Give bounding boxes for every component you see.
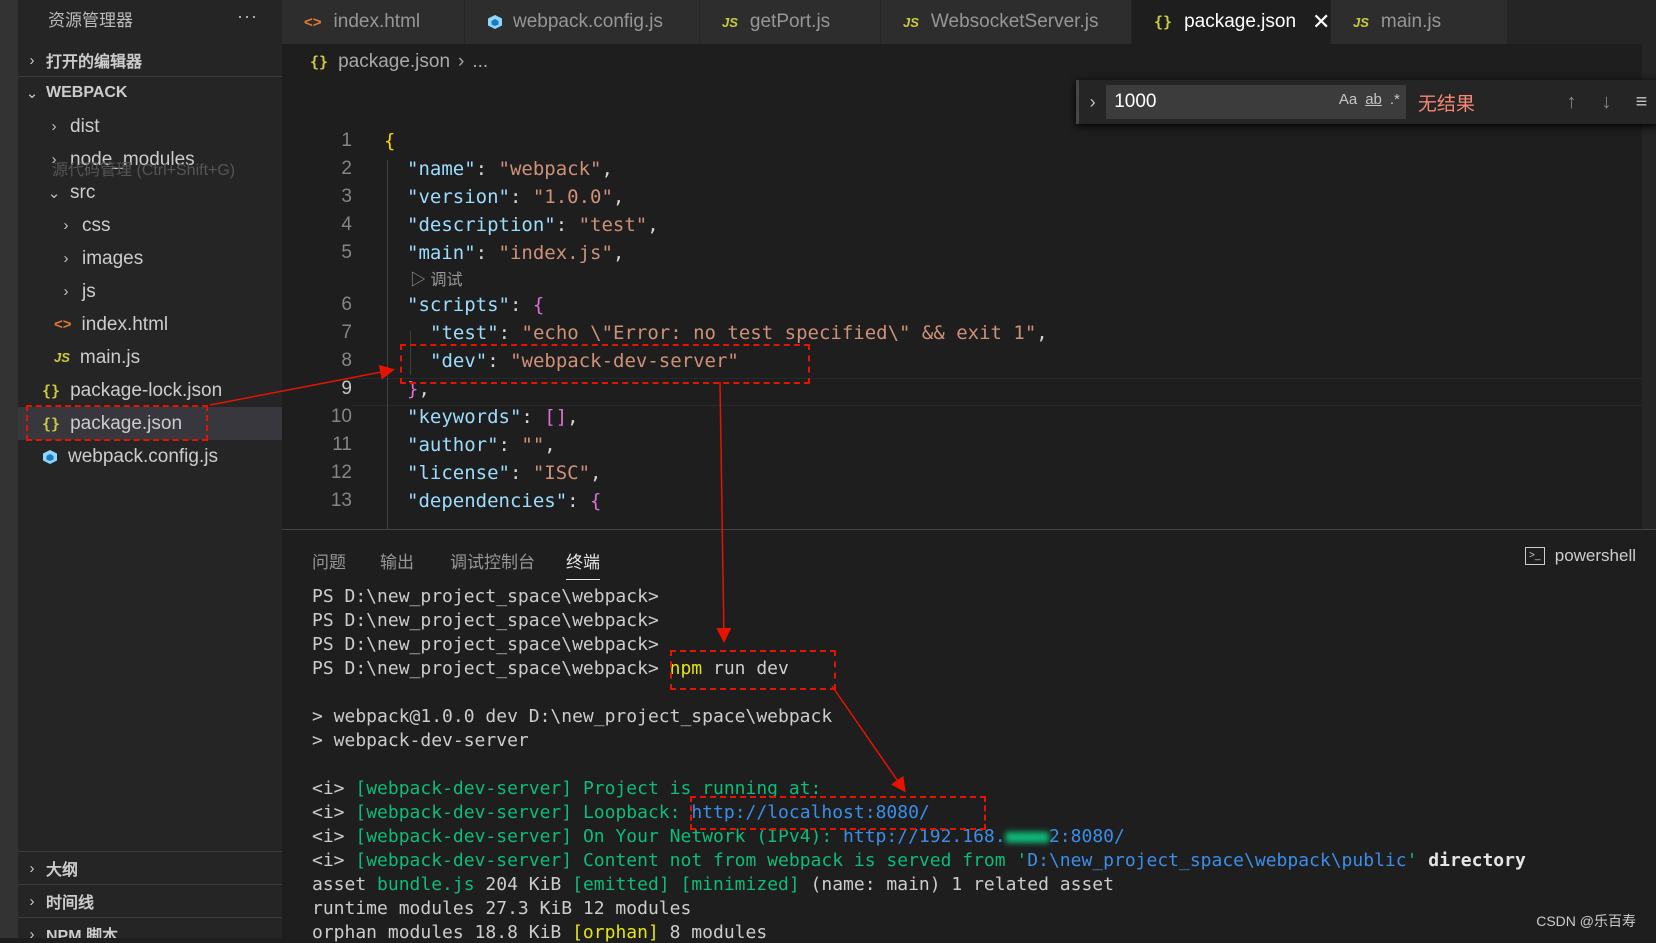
arrow [831,685,906,793]
watermark: CSDN @乐百寿 [1536,913,1636,929]
arrow [716,381,732,643]
annotation-arrows [209,364,906,793]
arrow [209,364,395,406]
